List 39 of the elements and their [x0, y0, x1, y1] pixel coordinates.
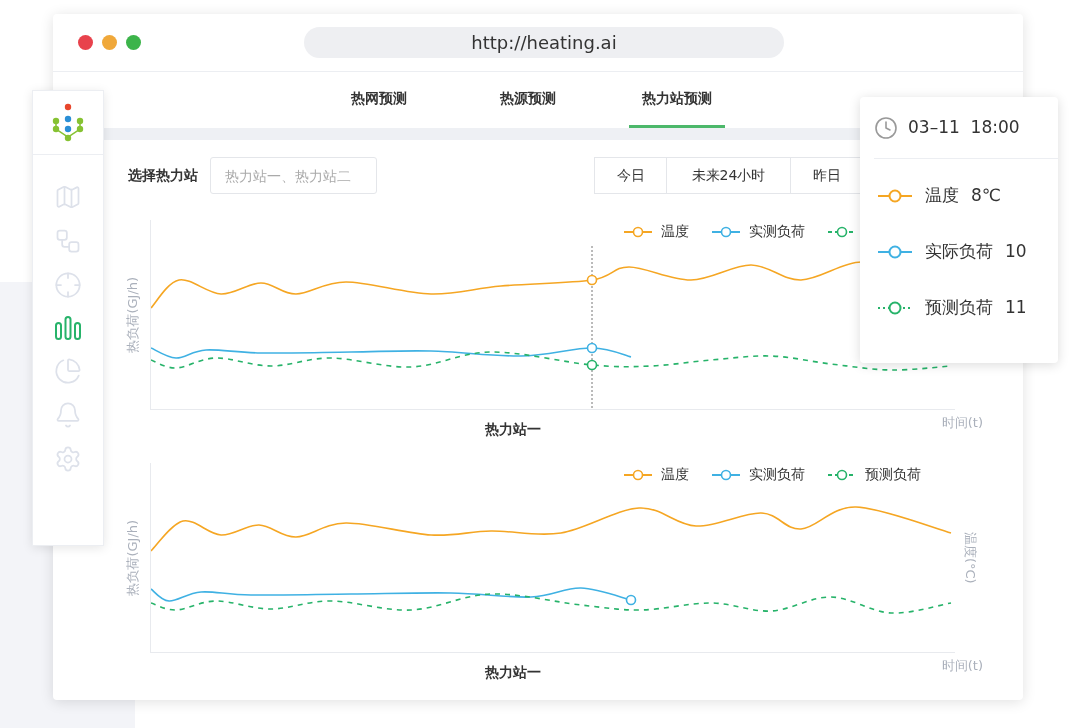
data-point: [625, 594, 637, 606]
bar-chart-icon[interactable]: [54, 315, 82, 341]
x-axis-label: 时间(t): [941, 657, 983, 675]
data-point: [586, 342, 598, 354]
series-value: 10: [1005, 240, 1027, 264]
series-value: 11: [1005, 296, 1027, 320]
map-icon[interactable]: [54, 183, 82, 211]
station-select-field[interactable]: 热力站一、热力站二: [210, 157, 377, 194]
legend-label: 实测负荷: [749, 465, 805, 484]
network-icon[interactable]: [54, 227, 82, 255]
legend-label: 温度: [661, 465, 689, 484]
settings-icon[interactable]: [54, 445, 82, 473]
legend-label: 实测负荷: [749, 222, 805, 241]
y-axis-label: 温度(°C): [961, 532, 979, 584]
data-point: [586, 359, 598, 371]
legend-label: 预测负荷: [865, 465, 921, 484]
series-label: 温度: [925, 184, 959, 208]
chart-title: 热力站一: [485, 420, 541, 439]
range-button[interactable]: 今日: [594, 157, 667, 194]
bell-icon[interactable]: [54, 401, 82, 429]
range-button[interactable]: 未来24小时: [666, 157, 791, 194]
tooltip-time: 03–11 18:00: [908, 115, 1020, 139]
tab[interactable]: 热网预测: [331, 72, 427, 128]
clock-icon: [874, 115, 898, 140]
pie-chart-icon[interactable]: [54, 357, 82, 385]
y-axis-label: 热负荷(GJ/h): [123, 277, 141, 353]
y-axis-label: 热负荷(GJ/h): [123, 520, 141, 596]
filter-label: 选择热力站: [128, 166, 198, 185]
series-value: 8℃: [971, 184, 1001, 208]
logo-icon: [52, 102, 84, 143]
address-bar[interactable]: http://heating.ai: [304, 27, 784, 58]
series-label: 预测负荷: [925, 296, 993, 320]
legend-label: 温度: [661, 222, 689, 241]
target-icon[interactable]: [54, 271, 82, 299]
x-axis-label: 时间(t): [941, 414, 983, 432]
series-label: 实际负荷: [925, 240, 993, 264]
tab[interactable]: 热源预测: [480, 72, 576, 128]
data-point: [586, 274, 598, 286]
chart-title: 热力站一: [485, 663, 541, 682]
